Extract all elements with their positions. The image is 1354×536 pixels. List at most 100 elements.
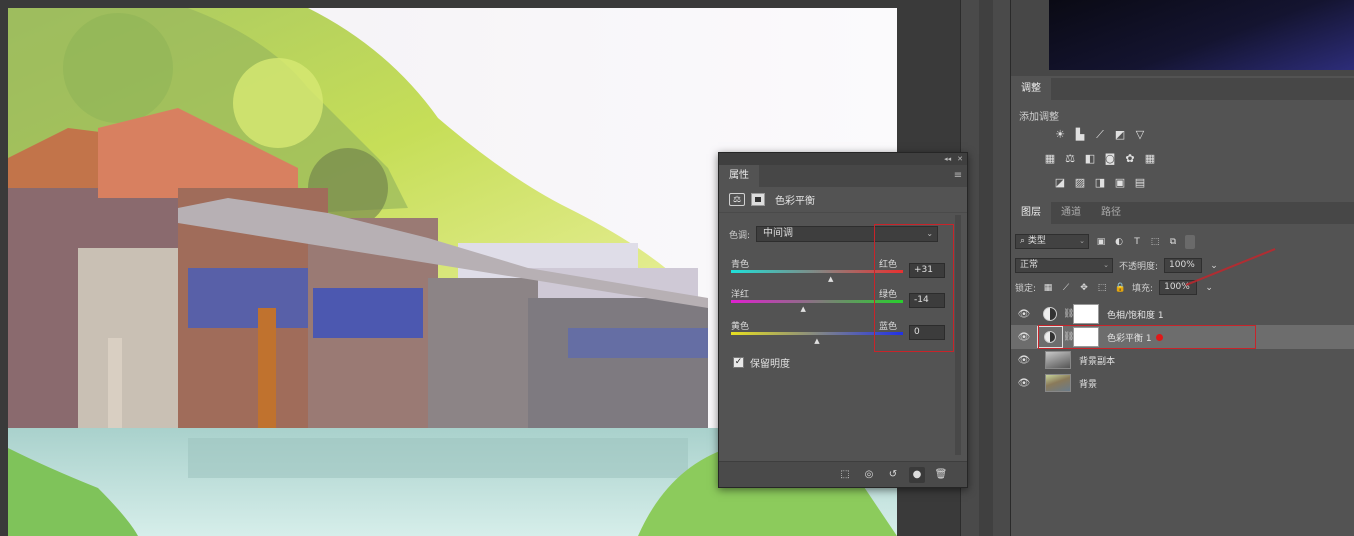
adjustments-row-2: ▦ ⚖ ◧ ◙ ✿ ▦ — [1043, 152, 1157, 166]
layer-mask-thumbnail[interactable] — [1073, 304, 1099, 324]
navigator-panel — [1011, 0, 1354, 76]
gutter-stripe — [979, 0, 993, 536]
filter-smart-object-icon[interactable]: ⧉ — [1167, 236, 1179, 248]
eye-icon[interactable]: 👁 — [1011, 378, 1037, 389]
adjustment-type-row: ⚖ 色彩平衡 — [719, 187, 967, 213]
chevron-down-icon: ⌄ — [1103, 261, 1109, 269]
color-balance-adj-icon[interactable]: ⚖ — [1063, 152, 1077, 166]
slider-thumb[interactable]: ▲ — [814, 337, 819, 345]
adjustments-title: 添加调整 — [1019, 112, 1059, 123]
properties-panel-topbar[interactable]: ◂◂ ✕ — [719, 153, 967, 165]
vibrance-icon[interactable]: ▽ — [1133, 128, 1147, 142]
properties-panel[interactable]: ◂◂ ✕ 属性 ≡ ⚖ 色彩平衡 色调: 中间调 ⌄ 青色 红色 ▲ +31 洋… — [718, 152, 968, 488]
slider-left-label: 洋红 — [731, 290, 750, 300]
properties-scrollbar[interactable] — [955, 215, 961, 455]
search-icon: ⌕ — [1020, 236, 1026, 246]
curves-icon[interactable]: ⟋ — [1093, 128, 1107, 142]
layer-filter-select[interactable]: ⌕ 类型 ⌄ — [1015, 234, 1089, 249]
threshold-icon[interactable]: ◨ — [1093, 176, 1107, 190]
collapse-icon[interactable]: ◂◂ — [944, 155, 951, 163]
tab-paths[interactable]: 路径 — [1091, 202, 1131, 224]
reset-icon[interactable]: ↺ — [885, 467, 901, 483]
layers-tabbar: 图层 通道 路径 — [1011, 202, 1354, 224]
layer-name[interactable]: 色相/饱和度 1 — [1107, 308, 1164, 321]
color-lookup-icon[interactable]: ▦ — [1143, 152, 1157, 166]
tab-channels[interactable]: 通道 — [1051, 202, 1091, 224]
filter-toggle[interactable] — [1185, 234, 1195, 249]
lock-transparency-icon[interactable]: ▦ — [1042, 282, 1054, 294]
link-icon[interactable]: ⛓ — [1063, 309, 1074, 319]
adjustments-tabbar: 调整 — [1011, 78, 1354, 100]
opacity-label: 不透明度: — [1119, 262, 1159, 272]
levels-icon[interactable]: ▙ — [1073, 128, 1087, 142]
highlight-annotation-box — [1038, 325, 1256, 349]
menu-icon[interactable]: ≡ — [949, 165, 967, 187]
filter-pixel-icon[interactable]: ▣ — [1095, 236, 1107, 248]
lock-artboard-icon[interactable]: ⬚ — [1096, 282, 1108, 294]
lock-label: 锁定: — [1015, 284, 1037, 294]
color-balance-icon[interactable]: ⚖ — [729, 193, 745, 206]
channel-mixer-icon[interactable]: ✿ — [1123, 152, 1137, 166]
highlight-annotation-box — [874, 224, 954, 352]
gradient-map-icon[interactable]: ▣ — [1113, 176, 1127, 190]
lock-all-icon[interactable]: 🔒 — [1114, 282, 1126, 294]
layer-row[interactable]: 👁 背景 — [1011, 371, 1354, 395]
layer-thumbnail[interactable] — [1045, 351, 1071, 369]
layer-mask-icon[interactable] — [751, 193, 765, 206]
blend-mode-select[interactable]: 正常 ⌄ — [1015, 258, 1113, 273]
fill-chevron-icon[interactable]: ⌄ — [1203, 282, 1215, 294]
tone-select-value: 中间调 — [763, 228, 794, 239]
eye-icon[interactable]: 👁 — [1011, 332, 1037, 343]
tab-adjustments[interactable]: 调整 — [1011, 78, 1051, 100]
delete-icon[interactable]: 🗑 — [933, 467, 949, 483]
tab-layers[interactable]: 图层 — [1011, 202, 1051, 224]
opacity-field[interactable]: 100% — [1164, 258, 1203, 273]
properties-footer: ⬚ ◎ ↺ ● 🗑 — [719, 461, 967, 487]
blend-mode-value: 正常 — [1020, 260, 1039, 270]
slider-thumb[interactable]: ▲ — [801, 305, 806, 313]
right-dock: 调整 添加调整 ☀ ▙ ⟋ ◩ ▽ ▦ ⚖ ◧ ◙ ✿ ▦ ◪ ▨ ◨ ▣ ▤ … — [1010, 0, 1354, 536]
hue-saturation-icon[interactable]: ▦ — [1043, 152, 1057, 166]
chevron-down-icon: ⌄ — [1079, 237, 1085, 245]
slider-left-label: 黄色 — [731, 322, 750, 332]
adjustments-row-3: ◪ ▨ ◨ ▣ ▤ — [1053, 176, 1147, 190]
visibility-icon[interactable]: ● — [909, 466, 925, 483]
preserve-luminosity-checkbox[interactable]: ✓ — [733, 357, 744, 368]
view-previous-icon[interactable]: ◎ — [861, 467, 877, 483]
navigator-preview[interactable] — [1049, 0, 1354, 70]
lock-row: 锁定: ▦ ⟋ ✥ ⬚ 🔒 填充: 100% ⌄ — [1015, 280, 1215, 295]
lock-paint-icon[interactable]: ⟋ — [1060, 282, 1072, 294]
preserve-luminosity-label: 保留明度 — [750, 359, 790, 370]
adjustments-panel: 添加调整 ☀ ▙ ⟋ ◩ ▽ ▦ ⚖ ◧ ◙ ✿ ▦ ◪ ▨ ◨ ▣ ▤ — [1011, 100, 1354, 200]
filter-type-icon[interactable]: T — [1131, 236, 1143, 248]
black-white-icon[interactable]: ◧ — [1083, 152, 1097, 166]
layer-name[interactable]: 背景副本 — [1079, 354, 1115, 367]
exposure-icon[interactable]: ◩ — [1113, 128, 1127, 142]
tab-properties[interactable]: 属性 — [719, 165, 759, 187]
preserve-luminosity-row[interactable]: ✓ 保留明度 — [733, 355, 790, 370]
adjustment-name: 色彩平衡 — [775, 196, 815, 207]
slider-left-label: 青色 — [731, 260, 750, 270]
eye-icon[interactable]: 👁 — [1011, 309, 1037, 320]
layer-row[interactable]: 👁 背景副本 — [1011, 348, 1354, 372]
posterize-icon[interactable]: ▨ — [1073, 176, 1087, 190]
close-panel-icon[interactable]: ✕ — [957, 155, 963, 163]
photo-filter-icon[interactable]: ◙ — [1103, 152, 1117, 166]
layer-name[interactable]: 背景 — [1079, 377, 1097, 390]
blend-row: 正常 ⌄ 不透明度: 100% ⌄ — [1015, 258, 1220, 273]
fill-label: 填充: — [1132, 284, 1154, 294]
layer-filter-row: ⌕ 类型 ⌄ ▣ ◐ T ⬚ ⧉ — [1015, 234, 1195, 249]
layers-panel: ⌕ 类型 ⌄ ▣ ◐ T ⬚ ⧉ 正常 ⌄ 不透明度: 100% ⌄ 锁定: ▦… — [1011, 224, 1354, 536]
layer-thumbnail[interactable] — [1045, 374, 1071, 392]
filter-shape-icon[interactable]: ⬚ — [1149, 236, 1161, 248]
eye-icon[interactable]: 👁 — [1011, 355, 1037, 366]
brightness-contrast-icon[interactable]: ☀ — [1053, 128, 1067, 142]
clip-to-layer-icon[interactable]: ⬚ — [837, 467, 853, 483]
selective-color-icon[interactable]: ▤ — [1133, 176, 1147, 190]
lock-position-icon[interactable]: ✥ — [1078, 282, 1090, 294]
slider-thumb[interactable]: ▲ — [828, 275, 833, 283]
layer-row[interactable]: 👁 ⛓ 色相/饱和度 1 — [1011, 302, 1354, 326]
invert-icon[interactable]: ◪ — [1053, 176, 1067, 190]
adjustment-layer-icon — [1043, 307, 1057, 321]
filter-adjustment-icon[interactable]: ◐ — [1113, 236, 1125, 248]
